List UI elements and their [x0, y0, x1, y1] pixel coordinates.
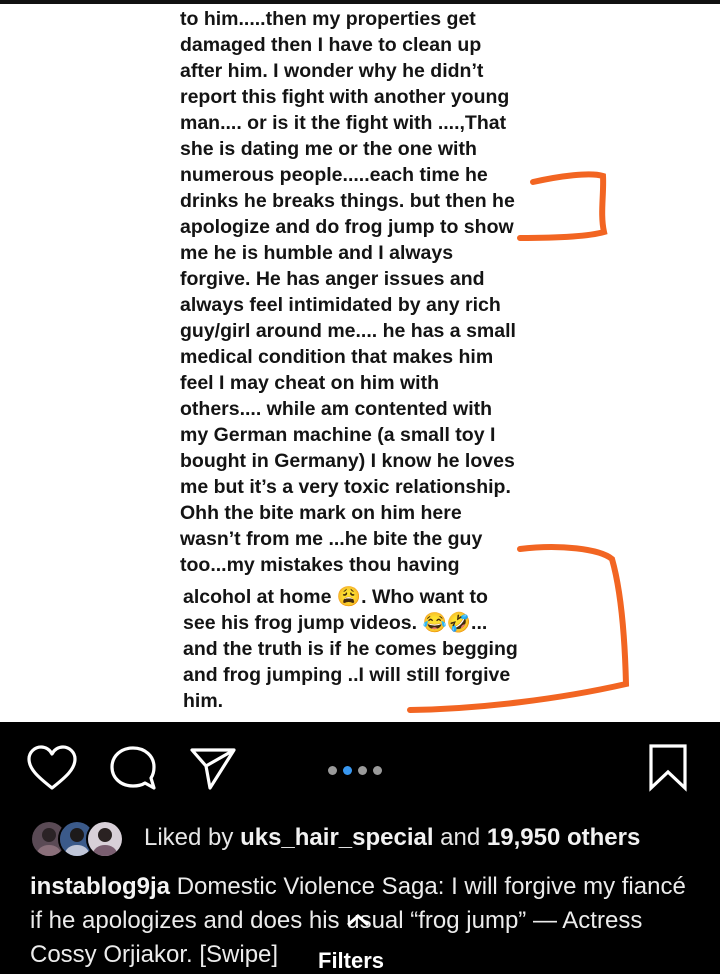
post-image[interactable]: to him.....then my properties get damaged… [0, 4, 720, 722]
caption-username[interactable]: instablog9ja [30, 873, 170, 900]
likes-text[interactable]: Liked by uks_hair_special and 19,950 oth… [144, 824, 640, 852]
chevron-up-icon[interactable] [344, 912, 372, 928]
likes-row: Liked by uks_hair_special and 19,950 oth… [30, 820, 710, 858]
annotation-marks [407, 171, 630, 713]
carousel-indicator [328, 762, 388, 780]
annotation-bracket-top [517, 171, 608, 241]
avatar[interactable] [86, 820, 124, 858]
carousel-dot [343, 766, 352, 775]
filters-button[interactable]: Filters [318, 948, 384, 974]
send-icon[interactable] [188, 744, 238, 792]
heart-icon[interactable] [26, 744, 78, 792]
comment-icon[interactable] [108, 744, 158, 792]
likes-count[interactable]: 19,950 others [487, 824, 640, 851]
carousel-dot [328, 766, 337, 775]
annotation-bracket-bottom [407, 544, 630, 713]
bookmark-icon[interactable] [646, 742, 690, 792]
likes-middle: and [433, 824, 487, 851]
carousel-dot [358, 766, 367, 775]
liked-by-username[interactable]: uks_hair_special [240, 824, 433, 851]
likes-prefix: Liked by [144, 824, 241, 851]
carousel-dot [373, 766, 382, 775]
